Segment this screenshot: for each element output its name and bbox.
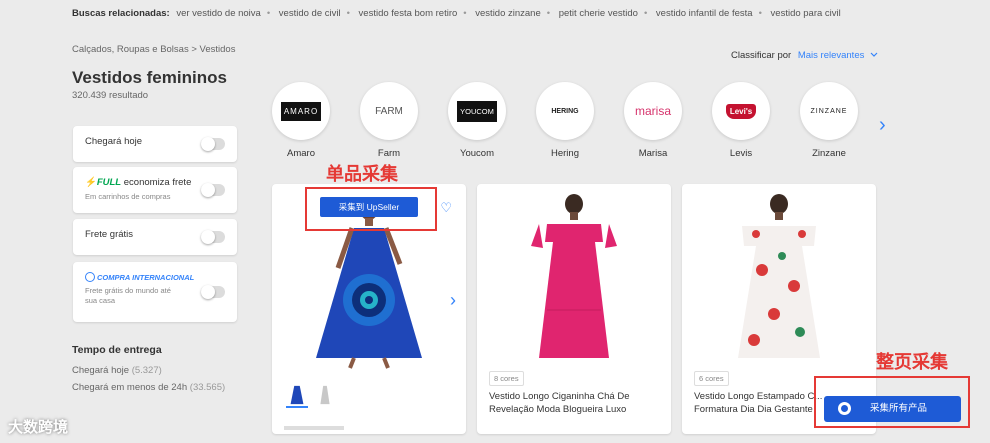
related-search-link[interactable]: vestido de civil <box>279 8 341 19</box>
bolt-icon: ⚡ <box>85 177 97 188</box>
brand-amaro[interactable]: AMARO Amaro <box>271 82 331 159</box>
breadcrumb[interactable]: Calçados, Roupas e Bolsas > Vestidos <box>72 44 235 55</box>
brands-next-chevron-right-icon[interactable]: › <box>879 114 886 137</box>
toggle-icon[interactable] <box>201 285 225 299</box>
highlight-box-single <box>305 187 437 231</box>
brand-name: Farm <box>377 148 401 159</box>
sort-value[interactable]: Mais relevantes <box>798 50 865 61</box>
delivery-title: Tempo de entrega <box>72 344 162 356</box>
brand-hering[interactable]: HERING Hering <box>535 82 595 159</box>
brand-logo: ZINZANE <box>810 107 848 115</box>
related-search-link[interactable]: vestido zinzane <box>475 8 540 19</box>
brand-logo: FARM <box>375 105 403 117</box>
filter-full-sub: Em carrinhos de compras <box>85 192 171 201</box>
brand-logo: marisa <box>634 104 671 118</box>
page-title: Vestidos femininos <box>72 68 227 87</box>
related-searches-label: Buscas relacionadas: <box>72 8 170 19</box>
highlight-box-all <box>814 376 970 428</box>
delivery-option[interactable]: Chegará hoje (5.327) <box>72 365 162 376</box>
filter-international[interactable]: COMPRA INTERNACIONAL Frete grátis do mun… <box>73 262 237 322</box>
related-search-link[interactable]: petit cherie vestido <box>559 8 638 19</box>
product-image[interactable] <box>682 190 876 370</box>
related-search-link[interactable]: vestido festa bom retiro <box>359 8 458 19</box>
sort-label: Classificar por <box>731 50 792 61</box>
brand-name: Zinzane <box>812 148 846 159</box>
brand-logo: AMARO <box>280 101 322 121</box>
brand-levis[interactable]: Levi's Levis <box>711 82 771 159</box>
brand-youcom[interactable]: YOUCOM Youcom <box>447 82 507 159</box>
watermark: 大数跨境 <box>8 418 69 436</box>
chevron-down-icon[interactable] <box>870 52 878 58</box>
card-cut-off <box>284 426 344 430</box>
color-count-chip: 6 cores <box>694 371 729 386</box>
brand-logo: YOUCOM <box>457 100 497 122</box>
filter-full[interactable]: ⚡FULL economiza frete Em carrinhos de co… <box>73 167 237 213</box>
delivery-option[interactable]: Chegará em menos de 24h (33.565) <box>72 382 225 393</box>
related-search-link[interactable]: vestido infantil de festa <box>656 8 753 19</box>
heart-icon[interactable]: ♡ <box>440 200 452 216</box>
annotation-single: 单品采集 <box>326 164 398 185</box>
product-image[interactable] <box>477 190 671 370</box>
brand-marisa[interactable]: marisa Marisa <box>623 82 683 159</box>
brand-logo: Levi's <box>725 103 757 119</box>
toggle-icon[interactable] <box>201 137 225 151</box>
brand-farm[interactable]: FARM Farm <box>359 82 419 159</box>
brand-name: Youcom <box>460 148 494 159</box>
brand-zinzane[interactable]: ZINZANE Zinzane <box>799 82 859 159</box>
filter-intl-sub: Frete grátis do mundo até sua casa <box>85 286 171 305</box>
toggle-icon[interactable] <box>201 230 225 244</box>
globe-icon <box>85 272 95 282</box>
filter-free-shipping[interactable]: Frete grátis <box>73 219 237 255</box>
thumbnail[interactable] <box>286 384 308 408</box>
filter-intl-label: COMPRA INTERNACIONAL <box>85 272 225 282</box>
chevron-right-icon[interactable]: › <box>450 290 456 311</box>
product-card[interactable]: 8 cores Vestido Longo Ciganinha Chá De R… <box>477 184 671 434</box>
related-search-link[interactable]: ver vestido de noiva <box>176 8 261 19</box>
result-count: 320.439 resultado <box>72 90 149 101</box>
related-searches: Buscas relacionadas: ver vestido de noiv… <box>72 8 841 19</box>
thumbnail-strip <box>286 384 342 413</box>
brand-name: Hering <box>551 148 579 159</box>
filter-today[interactable]: Chegará hoje <box>73 126 237 162</box>
brand-name: Amaro <box>287 148 315 159</box>
color-count-chip: 8 cores <box>489 371 524 386</box>
sort-control[interactable]: Classificar por Mais relevantes <box>731 50 878 61</box>
thumbnail[interactable] <box>314 384 336 408</box>
brand-logo: HERING <box>551 107 579 115</box>
annotation-all: 整页采集 <box>876 352 948 373</box>
product-title[interactable]: Vestido Longo Ciganinha Chá De Revelação… <box>489 390 661 416</box>
brand-name: Marisa <box>638 148 668 159</box>
brand-name: Levis <box>729 148 753 159</box>
related-search-link[interactable]: vestido para civil <box>771 8 841 19</box>
toggle-icon[interactable] <box>201 183 225 197</box>
